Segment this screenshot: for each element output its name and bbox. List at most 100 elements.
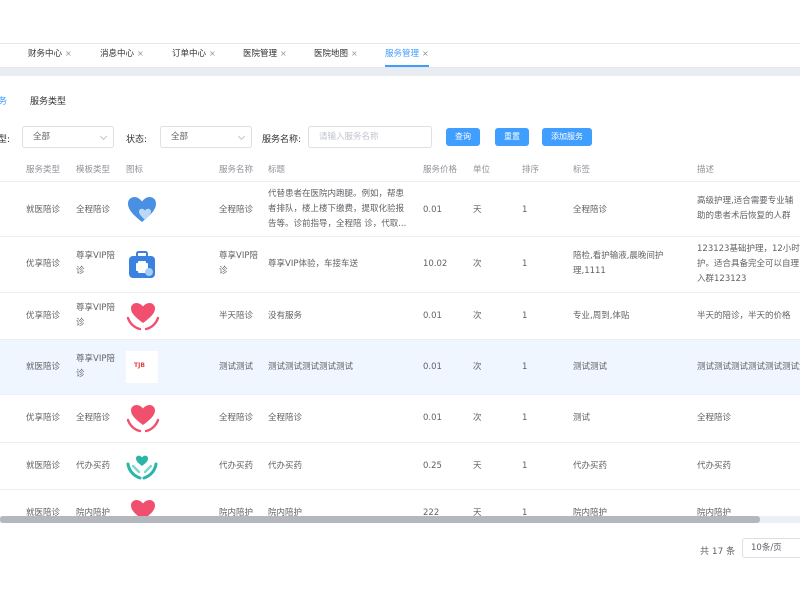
col-template-type: 模板类型 <box>76 165 111 175</box>
filter-type-label: 型: <box>0 135 11 145</box>
cell-unit: 次 <box>473 259 482 269</box>
cell-price: 0.01 <box>423 311 442 321</box>
tab-hospital-map[interactable]: 医院地图 × <box>314 44 358 67</box>
cell-tags: 院内陪护 <box>573 508 608 516</box>
cell-desc: 全程陪诊 <box>697 413 732 423</box>
cell-tags: 全程陪诊 <box>573 205 608 215</box>
cell-template-type: 代办买药 <box>76 461 111 471</box>
cell-template-type: 尊享VIP陪诊 <box>76 303 115 328</box>
cell-template-type: 院内陪护 <box>76 508 111 516</box>
service-name-input[interactable]: 请输入服务名称 <box>308 126 432 148</box>
tab-order-center[interactable]: 订单中心 × <box>172 44 216 67</box>
subtab-service-type[interactable]: 服务类型 <box>30 94 66 112</box>
cell-sort: 1 <box>522 413 528 423</box>
close-icon[interactable]: × <box>351 49 358 58</box>
cell-price: 0.01 <box>423 362 442 372</box>
cell-service-name: 全程陪诊 <box>219 205 254 215</box>
medical-kit-icon <box>126 249 158 284</box>
subtab-services[interactable]: 务 <box>0 94 7 112</box>
tabs-bar: 财务中心 × 消息中心 × 订单中心 × 医院管理 × 医院地图 × 服务管理 × <box>0 44 800 68</box>
main-panel: 务 服务类型 型: 全部 状态: 全部 服务名称: 请输入服务名称 查询 重置 … <box>0 76 800 600</box>
cell-unit: 天 <box>473 508 482 516</box>
cell-unit: 次 <box>473 311 482 321</box>
cell-title: 测试测试测试测试测试 <box>268 362 354 372</box>
cell-title: 院内陪护 <box>268 508 303 516</box>
pink-heart-hands-icon <box>126 402 160 439</box>
page-size-select[interactable]: 10条/页 <box>742 538 800 558</box>
top-header <box>0 0 800 44</box>
table-row[interactable]: 就医陪诊 全程陪诊 全程陪诊 代替患者在医院内跑腿。例如，帮患者排队，楼上楼下缴… <box>0 182 800 237</box>
cell-service-type: 优享陪诊 <box>26 311 61 321</box>
horizontal-scrollbar-thumb[interactable] <box>0 516 760 523</box>
tab-finance-center[interactable]: 财务中心 × <box>28 44 72 67</box>
add-service-button[interactable]: 添加服务 <box>542 128 592 146</box>
table-row[interactable]: 就医陪诊 代办买药 代办买药 代办买药 0.25 天 1 代办买药 代办买药 <box>0 443 800 490</box>
cell-service-type: 优享陪诊 <box>26 413 61 423</box>
cell-price: 0.01 <box>423 413 442 423</box>
cell-sort: 1 <box>522 362 528 372</box>
cell-desc: 测试测试测试测试测试测试测试 <box>697 362 800 372</box>
tab-label: 订单中心 <box>172 49 207 59</box>
chevron-down-icon <box>237 132 246 141</box>
cell-service-type: 就医陪诊 <box>26 461 61 471</box>
cell-desc: 高级护理,适合需要专业辅助的患者术后恢复的人群 <box>697 196 794 221</box>
col-tags: 标签 <box>573 165 591 175</box>
cell-sort: 1 <box>522 508 528 516</box>
cell-price: 222 <box>423 508 440 516</box>
chevron-down-icon <box>99 132 108 141</box>
cell-unit: 次 <box>473 413 482 423</box>
cell-template-type: 尊享VIP陪诊 <box>76 251 115 276</box>
table-header: 服务类型 模板类型 图标 服务名称 标题 服务价格 单位 排序 标签 描述 <box>0 154 800 182</box>
close-icon[interactable]: × <box>137 49 144 58</box>
tab-hospital-management[interactable]: 医院管理 × <box>243 44 287 67</box>
col-desc: 描述 <box>697 165 715 175</box>
type-select[interactable]: 全部 <box>22 126 114 148</box>
cell-price: 0.01 <box>423 205 442 215</box>
close-icon[interactable]: × <box>280 49 287 58</box>
col-unit: 单位 <box>473 165 491 175</box>
logo-text: TJB <box>134 362 145 369</box>
cell-service-type: 就医陪诊 <box>26 362 61 372</box>
cell-title: 代办买药 <box>268 461 303 471</box>
cell-sort: 1 <box>522 259 528 269</box>
col-price: 服务价格 <box>423 165 458 175</box>
pink-heart-hands-icon <box>126 497 160 516</box>
cell-price: 0.25 <box>423 461 442 471</box>
query-button[interactable]: 查询 <box>446 128 480 146</box>
teal-hands-heart-icon <box>126 452 158 485</box>
cell-service-name: 测试测试 <box>219 362 254 372</box>
cell-service-name: 尊享VIP陪诊 <box>219 251 258 276</box>
tab-service-management[interactable]: 服务管理 × <box>385 44 429 67</box>
close-icon[interactable]: × <box>209 49 216 58</box>
close-icon[interactable]: × <box>422 49 429 58</box>
table-row[interactable]: 就医陪诊 院内陪护 院内陪护 院内陪护 222 天 1 院内陪护 院内陪护 <box>0 490 800 516</box>
cell-sort: 1 <box>522 461 528 471</box>
table-row[interactable]: 优享陪诊 尊享VIP陪诊 尊享VIP陪诊 尊享VIP体验，车接车送 10.02 … <box>0 237 800 293</box>
reset-button[interactable]: 重置 <box>495 128 529 146</box>
tab-label: 医院管理 <box>243 49 278 59</box>
cell-service-name: 半天陪诊 <box>219 311 254 321</box>
col-service-name: 服务名称 <box>219 165 254 175</box>
col-icon: 图标 <box>126 165 144 175</box>
cell-service-type: 就医陪诊 <box>26 508 61 516</box>
cell-title: 没有服务 <box>268 311 303 321</box>
cell-desc: 代办买药 <box>697 461 732 471</box>
cell-title: 全程陪诊 <box>268 413 303 423</box>
cell-service-type: 就医陪诊 <box>26 205 61 215</box>
cell-desc: 半天的陪诊，半天的价格 <box>697 311 791 321</box>
cell-desc: 123123基础护理，12小时护。适合具备完全可以自理入群123123 <box>697 244 800 284</box>
status-select[interactable]: 全部 <box>160 126 252 148</box>
cell-unit: 次 <box>473 362 482 372</box>
table-row[interactable]: 就医陪诊 尊享VIP陪诊 TJB 测试测试 测试测试测试测试测试 0.01 次 … <box>0 340 800 395</box>
table-row[interactable]: 优享陪诊 全程陪诊 全程陪诊 全程陪诊 0.01 次 1 测试 全程陪诊 <box>0 395 800 443</box>
cell-tags: 陪检,看护输液,晨晚间护理,1111 <box>573 251 664 276</box>
cell-template-type: 全程陪诊 <box>76 205 111 215</box>
close-icon[interactable]: × <box>65 49 72 58</box>
blue-heart-icon <box>126 194 158 229</box>
logo-icon: TJB <box>126 351 158 383</box>
cell-price: 10.02 <box>423 259 448 269</box>
cell-tags: 测试 <box>573 413 591 423</box>
cell-service-type: 优享陪诊 <box>26 259 61 269</box>
table-row[interactable]: 优享陪诊 尊享VIP陪诊 半天陪诊 没有服务 0.01 次 1 专业,周到,体贴… <box>0 293 800 340</box>
tab-message-center[interactable]: 消息中心 × <box>100 44 144 67</box>
